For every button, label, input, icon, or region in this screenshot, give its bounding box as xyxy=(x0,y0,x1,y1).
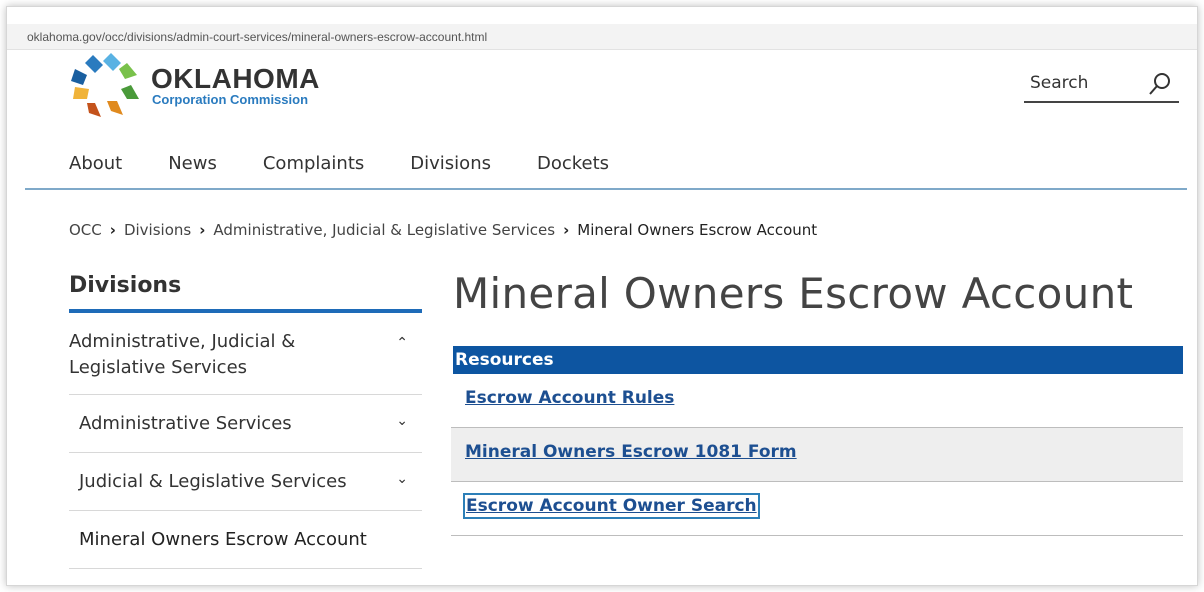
sidebar-item-label: Judicial & Legislative Services xyxy=(79,471,347,492)
search-icon[interactable] xyxy=(1147,71,1173,97)
resource-row: Escrow Account Owner Search xyxy=(451,482,1183,536)
sidebar-item-label: Administrative Services xyxy=(79,413,292,434)
nav-divider xyxy=(25,188,1187,190)
breadcrumb-item-admin-services[interactable]: Administrative, Judicial & Legislative S… xyxy=(213,221,555,239)
sidebar-title: Divisions xyxy=(69,273,182,298)
breadcrumb-item-divisions[interactable]: Divisions xyxy=(124,221,191,239)
browser-window: oklahoma.gov/occ/divisions/admin-court-s… xyxy=(6,6,1198,586)
oklahoma-logo[interactable] xyxy=(71,53,141,119)
page-title: Mineral Owners Escrow Account xyxy=(453,269,1134,318)
chevron-right-icon: › xyxy=(563,221,570,239)
main-nav: About News Complaints Divisions Dockets xyxy=(69,153,609,174)
chevron-right-icon: › xyxy=(109,221,116,239)
nav-item-complaints[interactable]: Complaints xyxy=(263,153,364,174)
resource-row: Mineral Owners Escrow 1081 Form xyxy=(451,428,1183,482)
search-label: Search xyxy=(1030,73,1089,93)
search-box[interactable]: Search xyxy=(1024,69,1179,103)
sidebar-item-administrative-services[interactable]: Administrative Services ⌄ xyxy=(69,395,422,453)
breadcrumb: OCC › Divisions › Administrative, Judici… xyxy=(69,221,817,239)
nav-item-dockets[interactable]: Dockets xyxy=(537,153,609,174)
chevron-down-icon[interactable]: ⌄ xyxy=(396,413,408,429)
sidebar-item-label: Mineral Owners Escrow Account xyxy=(79,529,367,550)
breadcrumb-item-occ[interactable]: OCC xyxy=(69,221,102,239)
sidebar-item-judicial-legislative[interactable]: Judicial & Legislative Services ⌄ xyxy=(69,453,422,511)
resources-header: Resources xyxy=(453,346,1183,374)
brand-name[interactable]: OKLAHOMA xyxy=(151,63,320,95)
escrow-account-owner-search-link[interactable]: Escrow Account Owner Search xyxy=(463,493,760,519)
sidebar-item-mineral-owners[interactable]: Mineral Owners Escrow Account xyxy=(69,511,422,569)
chevron-up-icon[interactable]: ⌃ xyxy=(396,335,408,351)
url-bar[interactable]: oklahoma.gov/occ/divisions/admin-court-s… xyxy=(7,24,1197,50)
escrow-account-rules-link[interactable]: Escrow Account Rules xyxy=(465,388,674,408)
nav-item-about[interactable]: About xyxy=(69,153,122,174)
breadcrumb-current: Mineral Owners Escrow Account xyxy=(577,221,818,239)
resource-row: Escrow Account Rules xyxy=(451,374,1183,428)
nav-item-divisions[interactable]: Divisions xyxy=(410,153,491,174)
sidebar-item-label: Administrative, Judicial & Legislative S… xyxy=(69,331,296,378)
brand-subtitle[interactable]: Corporation Commission xyxy=(152,92,308,107)
nav-item-news[interactable]: News xyxy=(168,153,217,174)
mineral-owners-1081-form-link[interactable]: Mineral Owners Escrow 1081 Form xyxy=(465,442,797,462)
sidebar-item-admin-judicial-legislative[interactable]: Administrative, Judicial & Legislative S… xyxy=(69,313,422,395)
chevron-down-icon[interactable]: ⌄ xyxy=(396,471,408,487)
chevron-right-icon: › xyxy=(199,221,206,239)
